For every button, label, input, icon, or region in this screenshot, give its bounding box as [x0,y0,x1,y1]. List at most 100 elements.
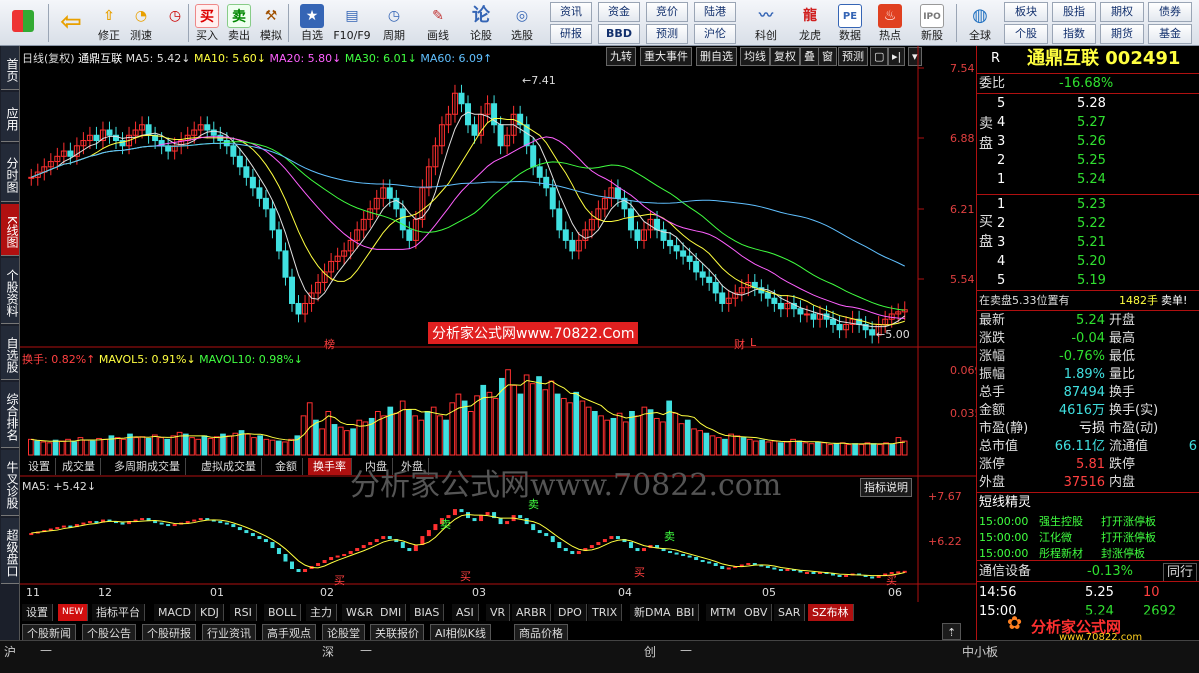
simulate-button[interactable]: ⚒ 模拟 [254,2,288,44]
indicator-help-button[interactable]: 指标说明 [860,478,912,497]
indicator-tab-16[interactable]: 新DMA [630,604,676,621]
hotspot-button[interactable]: ♨ 热点 [870,2,910,44]
kline-chart-area[interactable]: 日线(复权) 通鼎互联 MA5: 5.42↓ MA10: 5.60↓ MA20:… [20,46,982,641]
indicator-tab-3[interactable]: MACD [154,604,196,621]
indicator-tab-6[interactable]: BOLL [264,604,302,621]
revise-label: 修正 [98,29,120,42]
panel-tab-settings[interactable]: 设置 [23,458,56,475]
indicator-tab-2[interactable]: 指标平台 [92,604,145,621]
quote-label: 涨幅 [979,349,1006,364]
indicator-tab-13[interactable]: ARBR [512,604,552,621]
forum-button[interactable]: 论论股 [464,2,498,44]
news-tab-3[interactable]: 行业资讯 [202,624,256,641]
stocks-button[interactable]: 个股 [1004,24,1048,44]
indicator-tab-18[interactable]: MTM [706,604,741,621]
tab-super-order[interactable]: 超级盘口 [1,518,19,584]
options-button[interactable]: 期权 [1100,2,1144,22]
tab-watchlist[interactable]: 自选股 [1,326,19,380]
indicator-tab-9[interactable]: DMI [376,604,407,621]
sz-index-label[interactable]: 深 [322,643,334,660]
ipo-button[interactable]: IPO 新股 [912,2,952,44]
indicator-tab-7[interactable]: 主力 [306,604,337,621]
news-tab-0[interactable]: 个股新闻 [22,624,76,641]
draw-line-button[interactable]: ✎ 画线 [418,2,458,44]
tab-intraday[interactable]: 分时图 [1,144,19,202]
logo-flower-icon: ✿ [1007,613,1023,634]
indicator-tab-1[interactable]: NEW [58,604,89,621]
indicator-tab-12[interactable]: VR [486,604,511,621]
hk-connect-button[interactable]: 陆港 [694,2,736,22]
short-line-item[interactable]: 15:00:00 强生控股 打开涨停板 [979,513,1197,530]
sector-button[interactable]: 板块 [1004,2,1048,22]
funds-button[interactable]: 基金 [1148,24,1192,44]
indicator-tab-20[interactable]: SAR [774,604,806,621]
gem-index-label[interactable]: 创 [644,643,656,660]
news-tab-4[interactable]: 高手观点 [262,624,316,641]
buy-button[interactable]: 买买入 [190,2,224,44]
back-button[interactable]: ⇦ [54,2,88,44]
bonds-button[interactable]: 债券 [1148,2,1192,22]
indicator-tab-4[interactable]: KDJ [196,604,224,621]
sell-button[interactable]: 卖卖出 [222,2,256,44]
revise-button[interactable]: ⇧ 修正 [92,2,126,44]
indicator-tab-14[interactable]: DPO [554,604,587,621]
clock2-button[interactable]: ◷ [158,2,192,44]
news-button[interactable]: 资讯 [550,2,592,22]
period-button[interactable]: ◷ 周期 [374,2,414,44]
indicator-tab-10[interactable]: BIAS [410,604,445,621]
shanghai-london-button[interactable]: 沪伦 [694,24,736,44]
research-button[interactable]: 研报 [550,24,592,44]
futures-button[interactable]: 期货 [1100,24,1144,44]
expand-up-icon[interactable]: ⇡ [942,623,962,640]
news-tab-5[interactable]: 论股堂 [322,624,365,641]
indicator-tab-17[interactable]: BBI [672,604,700,621]
sme-index-label[interactable]: 中小板 [962,643,998,660]
news-tab-8[interactable]: 商品价格 [514,624,568,641]
panel-tab-volume[interactable]: 成交量 [57,458,101,475]
news-tab-6[interactable]: 关联报价 [370,624,424,641]
tab-stock-profile[interactable]: 个股资料 [1,258,19,324]
news-tab-1[interactable]: 个股公告 [82,624,136,641]
panel-tab-turnover[interactable]: 换手率 [308,458,352,475]
tick-time: 14:56 [979,585,1017,600]
data-button[interactable]: PE 数据 [830,2,870,44]
tab-kline[interactable]: K线图 [1,204,19,256]
fund-flow-button[interactable]: 资金 [598,2,640,22]
f10-button[interactable]: ▤ F10/F9 [332,2,372,44]
news-tab-7[interactable]: AI相似K线 [430,624,491,641]
bbd-button[interactable]: BBD [598,24,640,44]
watchlist-button[interactable]: ★ 自选 [292,2,332,44]
indicator-tab-5[interactable]: RSI [230,604,257,621]
index-futures-button[interactable]: 股指 [1052,2,1096,22]
simulate-label: 模拟 [260,29,282,42]
speed-test-button[interactable]: ◔ 测速 [124,2,158,44]
news-tab-2[interactable]: 个股研报 [142,624,196,641]
tab-apps[interactable]: 应用 [1,92,19,142]
panel-tab-multi-volume[interactable]: 多周期成交量 [109,458,186,475]
select-stock-button[interactable]: ◎ 选股 [502,2,542,44]
hammer-icon: ⚒ [264,8,278,24]
panel-tab-amount[interactable]: 金额 [270,458,303,475]
tab-ranking[interactable]: 综合排名 [1,382,19,448]
indicator-tab-19[interactable]: OBV [740,604,773,621]
indicator-tab-21[interactable]: SZ布林 [808,604,854,621]
short-line-header[interactable]: 短线精灵 [979,494,1197,511]
grid-menu-button[interactable] [6,2,40,44]
short-line-item[interactable]: 15:00:00 江化微 打开涨停板 [979,529,1197,546]
tab-diagnosis[interactable]: 牛叉诊股 [1,450,19,516]
tab-home[interactable]: 首页 [1,46,19,90]
forecast-button[interactable]: 预测 [646,24,688,44]
auction-button[interactable]: 竞价 [646,2,688,22]
indices-button[interactable]: 指数 [1052,24,1096,44]
indicator-tab-8[interactable]: W&R [342,604,379,621]
global-button[interactable]: ◍ 全球 [960,2,1000,44]
panel-tab-virtual-volume[interactable]: 虚拟成交量 [196,458,262,475]
sh-index-label[interactable]: 沪 [4,643,16,660]
ma10-line [31,117,905,326]
indicator-tab-0[interactable]: 设置 [22,604,53,621]
dragon-tiger-button[interactable]: 龍龙虎 [790,2,830,44]
peer-button[interactable]: 同行 [1163,563,1197,582]
indicator-tab-11[interactable]: ASI [452,604,479,621]
indicator-tab-15[interactable]: TRIX [588,604,623,621]
star-market-button[interactable]: 〰科创 [746,2,786,44]
